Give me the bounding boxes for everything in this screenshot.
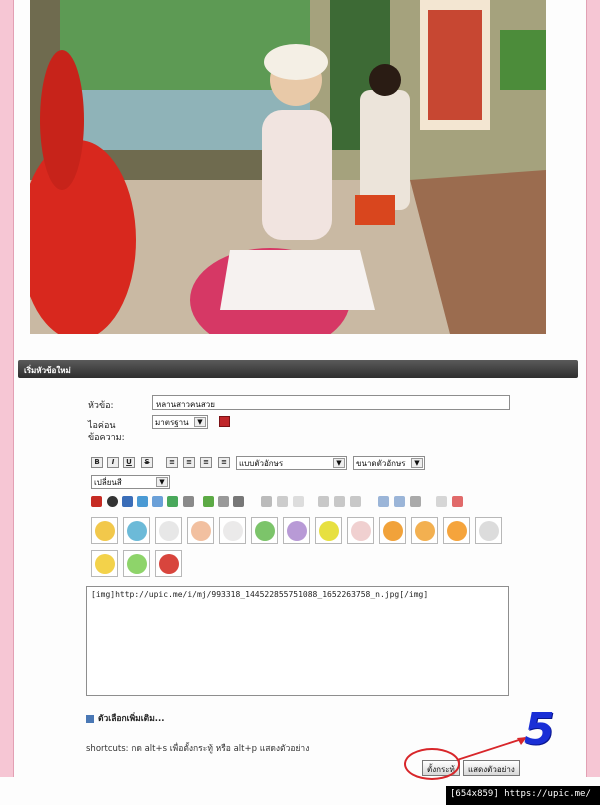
emoticon-5[interactable] [219,517,246,544]
insert-image-icon[interactable] [183,496,194,507]
subject-input[interactable]: หลานสาวคนสวย [152,395,510,410]
font-face-select-value: แบบตัวอักษร [239,458,284,468]
posted-photo [30,0,546,334]
subject-label: หัวข้อ: [88,401,114,411]
youtube-icon[interactable] [91,496,102,507]
table-column-icon[interactable] [233,496,244,507]
media-icon[interactable] [107,496,118,507]
italic-button[interactable]: I [107,457,119,468]
color-select-value: เปลี่ยนสี [94,477,122,487]
shortcuts-hint: shortcuts: กด alt+s เพื่อตั้งกระทู้ หรือ… [86,744,310,754]
quote-icon[interactable] [350,496,361,507]
chevron-down-icon: ▼ [194,417,206,427]
emoticon-14[interactable] [91,550,118,577]
message-icon-select[interactable]: มาตรฐาน ▼ [152,415,208,429]
chevron-down-icon: ▼ [156,477,168,487]
annotation-arrow [456,737,527,761]
align-center-icon[interactable]: ≡ [183,457,195,468]
font-size-select-value: ขนาดตัวอักษร [356,458,406,468]
toggle-view-icon[interactable] [436,496,447,507]
icon-label-line2: ข้อความ: [88,433,125,443]
emoticon-7[interactable] [283,517,310,544]
more-options-link[interactable]: ตัวเลือกเพิ่มเติม... [86,711,165,725]
emoticon-11[interactable] [411,517,438,544]
emoticon-2[interactable] [123,517,150,544]
emoticon-12[interactable] [443,517,470,544]
more-options-label: ตัวเลือกเพิ่มเติม... [98,714,165,724]
right-pink-frame [586,0,600,777]
font-size-select[interactable]: ขนาดตัวอักษร ▼ [353,456,425,470]
globe-icon[interactable] [137,496,148,507]
emoticon-10[interactable] [379,517,406,544]
spellcheck-icon[interactable] [452,496,463,507]
message-icon-select-value: มาตรฐาน [155,417,189,427]
emoticon-4[interactable] [187,517,214,544]
color-select[interactable]: เปลี่ยนสี ▼ [91,475,170,489]
underline-button[interactable]: U [123,457,135,468]
step-number: 5 [524,704,555,755]
emoticon-16[interactable] [155,550,182,577]
emoticon-3[interactable] [155,517,182,544]
chevron-down-icon: ▼ [411,458,423,468]
bullet-list-icon[interactable] [378,496,389,507]
strikethrough-button[interactable]: S [141,457,153,468]
image-host-footer: [654x859] https://upic.me/ [446,786,600,805]
emoticon-8[interactable] [315,517,342,544]
emoticon-13[interactable] [475,517,502,544]
code-icon[interactable] [318,496,329,507]
table-row-icon[interactable] [218,496,229,507]
table-icon[interactable] [203,496,214,507]
align-left-icon[interactable]: ≡ [166,457,178,468]
emoticon-9[interactable] [347,517,374,544]
flash-icon[interactable] [122,496,133,507]
justify-icon[interactable]: ≡ [218,457,230,468]
chevron-down-icon: ▼ [333,458,345,468]
numbered-list-icon[interactable] [394,496,405,507]
font-face-select[interactable]: แบบตัวอักษร ▼ [236,456,347,470]
new-topic-header: เริ่มหัวข้อใหม่ [18,360,578,378]
align-right-icon[interactable]: ≡ [200,457,212,468]
hash-icon[interactable] [334,496,345,507]
email-icon[interactable] [167,496,178,507]
emoticon-6[interactable] [251,517,278,544]
superscript-icon[interactable] [261,496,272,507]
message-icon-preview [219,416,230,427]
emoticon-1[interactable] [91,517,118,544]
bold-button[interactable]: B [91,457,103,468]
subscript-icon[interactable] [277,496,288,507]
teletype-icon[interactable] [293,496,304,507]
expand-icon [86,714,94,723]
image-icon[interactable] [152,496,163,507]
emoticon-15[interactable] [123,550,150,577]
horizontal-rule-icon[interactable] [410,496,421,507]
left-pink-frame [0,0,14,777]
message-textarea[interactable]: [img]http://upic.me/i/mj/993318_14452285… [86,586,509,696]
highlight-ellipse [404,748,460,780]
